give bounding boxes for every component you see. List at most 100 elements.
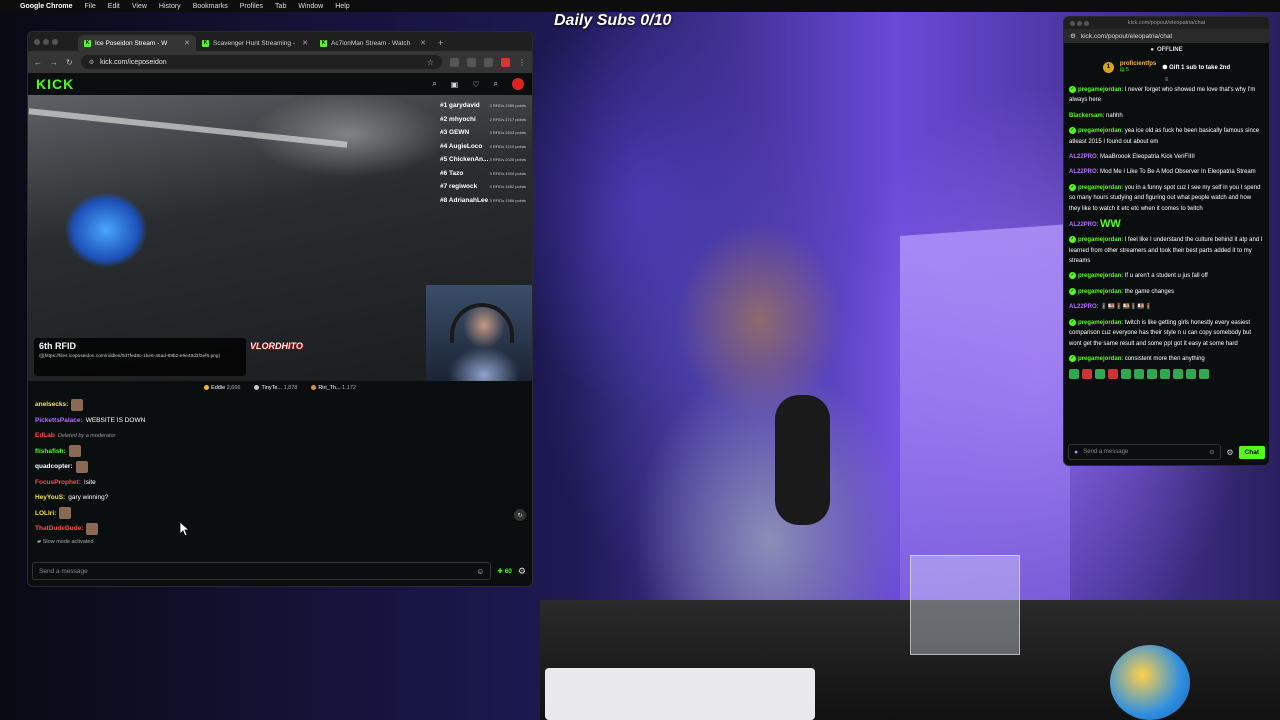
chat-text: If u aren't a student u jus fall off bbox=[1124, 273, 1208, 280]
back-icon[interactable]: ← bbox=[34, 58, 42, 67]
scroll-to-bottom-icon[interactable]: ↻ bbox=[514, 509, 526, 521]
chat-username[interactable]: AL22PRO bbox=[1069, 222, 1097, 228]
emote-icon[interactable] bbox=[1121, 369, 1131, 380]
chat-username[interactable]: Blackersam bbox=[1069, 113, 1103, 119]
chat-username[interactable]: flishafish: bbox=[35, 448, 66, 455]
top-gifter: 1 proficientfps ▤ 5 ⬢ Gift 1 sub to take… bbox=[1064, 57, 1269, 77]
emote-icon[interactable] bbox=[1147, 369, 1157, 380]
top-viewer[interactable]: Riri_Th... 1,172 bbox=[311, 385, 356, 391]
leaderboard-points: 3 RFIDs 1566 points bbox=[489, 197, 526, 203]
chat-settings-icon[interactable]: ⚙ bbox=[1226, 448, 1233, 457]
menu-tab[interactable]: Tab bbox=[275, 3, 286, 10]
top-viewer[interactable]: TinyTe... 1,878 bbox=[254, 385, 297, 391]
popout-url-bar[interactable]: ⚙ kick.com/popout/eleopatria/chat bbox=[1064, 29, 1269, 43]
chat-username[interactable]: pregamejordan bbox=[1078, 289, 1121, 295]
collapse-pinned-icon[interactable]: ≡ bbox=[1064, 77, 1269, 85]
popout-chat-input[interactable]: ● Send a message ☺ bbox=[1068, 444, 1222, 460]
menu-window[interactable]: Window bbox=[298, 3, 323, 10]
chat-username[interactable]: HeyYouS: bbox=[35, 494, 65, 501]
emote-icon[interactable] bbox=[1069, 369, 1079, 380]
close-tab-icon[interactable]: ✕ bbox=[184, 39, 190, 47]
emote-icon[interactable] bbox=[1160, 369, 1170, 380]
extension-icon[interactable] bbox=[450, 57, 459, 67]
tab-ice-poseidon[interactable]: K Ice Poseidon Stream - W ✕ bbox=[78, 35, 196, 51]
menu-profiles[interactable]: Profiles bbox=[240, 3, 263, 10]
chat-username[interactable]: AL22PRO bbox=[1069, 304, 1097, 310]
gift-sub-prompt[interactable]: ⬢ Gift 1 sub to take 2nd bbox=[1162, 64, 1230, 71]
emote-icon[interactable] bbox=[1173, 369, 1183, 380]
close-window-button[interactable] bbox=[1070, 20, 1075, 26]
forward-icon[interactable]: → bbox=[50, 58, 58, 67]
emote-icon[interactable] bbox=[1095, 369, 1105, 380]
chat-send-button[interactable]: Chat bbox=[1238, 445, 1265, 459]
chat-username[interactable]: pregamejordan bbox=[1078, 128, 1121, 134]
emote-icon[interactable] bbox=[1082, 369, 1092, 380]
chat-username[interactable]: pregamejordan bbox=[1078, 185, 1121, 191]
menu-app[interactable]: Google Chrome bbox=[20, 3, 73, 10]
kick-logo[interactable]: KICK bbox=[36, 76, 74, 92]
chat-username[interactable]: pregamejordan bbox=[1078, 87, 1121, 93]
verified-badge-icon: ✓ bbox=[1069, 354, 1076, 362]
menu-view[interactable]: View bbox=[132, 3, 147, 10]
profile-icon[interactable] bbox=[501, 57, 510, 67]
emote-icon[interactable] bbox=[1186, 369, 1196, 380]
chrome-menu-icon[interactable]: ⋮ bbox=[518, 58, 526, 67]
magnify-icon[interactable]: ⌕ bbox=[494, 79, 498, 89]
chat-username[interactable]: pregamejordan bbox=[1078, 273, 1121, 279]
maximize-window-button[interactable] bbox=[52, 38, 58, 45]
tab-scavenger-hunt[interactable]: K Scavenger Hunt Streaming - ✕ bbox=[196, 35, 314, 51]
bookmark-star-icon[interactable]: ☆ bbox=[427, 58, 434, 67]
chat-settings-icon[interactable]: ⚙ bbox=[518, 566, 530, 577]
site-info-icon[interactable]: ⚙ bbox=[89, 59, 94, 66]
menu-help[interactable]: Help bbox=[335, 3, 349, 10]
search-icon[interactable]: ⌕ bbox=[432, 79, 436, 89]
heart-icon[interactable]: ♡ bbox=[472, 80, 479, 89]
chat-username[interactable]: AL22PRO bbox=[1069, 169, 1097, 175]
menu-file[interactable]: File bbox=[85, 3, 96, 10]
close-tab-icon[interactable]: ✕ bbox=[302, 39, 308, 47]
maximize-window-button[interactable] bbox=[1084, 20, 1089, 26]
chat-username[interactable]: anelsecks: bbox=[35, 401, 68, 408]
channel-points[interactable]: ✚ 60 bbox=[497, 567, 512, 575]
chat-username[interactable]: PickettsPalace: bbox=[35, 417, 83, 424]
chat-text: the game changes bbox=[1124, 288, 1175, 295]
emoji-icon[interactable]: ☺ bbox=[1208, 449, 1215, 456]
emote-icon[interactable] bbox=[1134, 369, 1144, 380]
close-tab-icon[interactable]: ✕ bbox=[420, 39, 426, 47]
menu-bookmarks[interactable]: Bookmarks bbox=[193, 3, 228, 10]
extension-icon[interactable] bbox=[467, 57, 476, 67]
url-field[interactable]: ⚙ kick.com/iceposeidon ☆ bbox=[80, 55, 442, 69]
emote-icon[interactable] bbox=[1108, 369, 1118, 380]
close-window-button[interactable] bbox=[34, 38, 40, 45]
chat-username[interactable]: pregamejordan bbox=[1078, 320, 1121, 326]
site-info-icon[interactable]: ⚙ bbox=[1070, 32, 1076, 40]
user-avatar[interactable] bbox=[512, 78, 524, 90]
chat-username[interactable]: pregamejordan bbox=[1078, 356, 1121, 362]
chat-username[interactable]: ThatDudeDude: bbox=[35, 525, 83, 532]
chat-username[interactable]: pregamejordan bbox=[1078, 237, 1121, 243]
chat-username[interactable]: EdLab bbox=[35, 432, 55, 439]
chat-text: 🚦🍱🚦🍱🚦🍱🚦 bbox=[1100, 304, 1153, 311]
menu-history[interactable]: History bbox=[159, 3, 181, 10]
popout-send-bar: ● Send a message ☺ ⚙ Chat bbox=[1068, 444, 1265, 460]
stream-video[interactable]: #1 garydavid 2 RFIDs 2985 points #2 mhyoch… bbox=[28, 95, 532, 381]
tab-ac7ionman[interactable]: K Ac7ionMan Stream - Watch ✕ bbox=[314, 35, 432, 51]
chat-username[interactable]: LOLIri: bbox=[35, 510, 56, 517]
chat-username[interactable]: AL22PRO bbox=[1069, 154, 1097, 160]
inbox-icon[interactable]: ▣ bbox=[451, 80, 459, 89]
microphone-icon[interactable]: ● bbox=[1074, 449, 1078, 456]
offline-dot-icon: ● bbox=[1150, 47, 1154, 53]
minimize-window-button[interactable] bbox=[1077, 20, 1082, 26]
extension-icon[interactable] bbox=[484, 57, 493, 67]
top-viewer[interactable]: Eddie 2,666 bbox=[204, 385, 240, 391]
emoji-icon[interactable]: ☺ bbox=[476, 567, 484, 576]
new-tab-button[interactable]: + bbox=[432, 38, 449, 51]
reload-icon[interactable]: ↻ bbox=[66, 58, 73, 67]
emote-icon[interactable] bbox=[1199, 369, 1209, 380]
chat-username[interactable]: FocusProphet: bbox=[35, 479, 81, 486]
chat-input[interactable]: Send a message ☺ bbox=[32, 562, 492, 580]
chat-username[interactable]: quadcopter: bbox=[35, 463, 73, 470]
chat-message: FocusProphet: !site bbox=[35, 475, 525, 491]
minimize-window-button[interactable] bbox=[43, 38, 49, 45]
menu-edit[interactable]: Edit bbox=[108, 3, 120, 10]
